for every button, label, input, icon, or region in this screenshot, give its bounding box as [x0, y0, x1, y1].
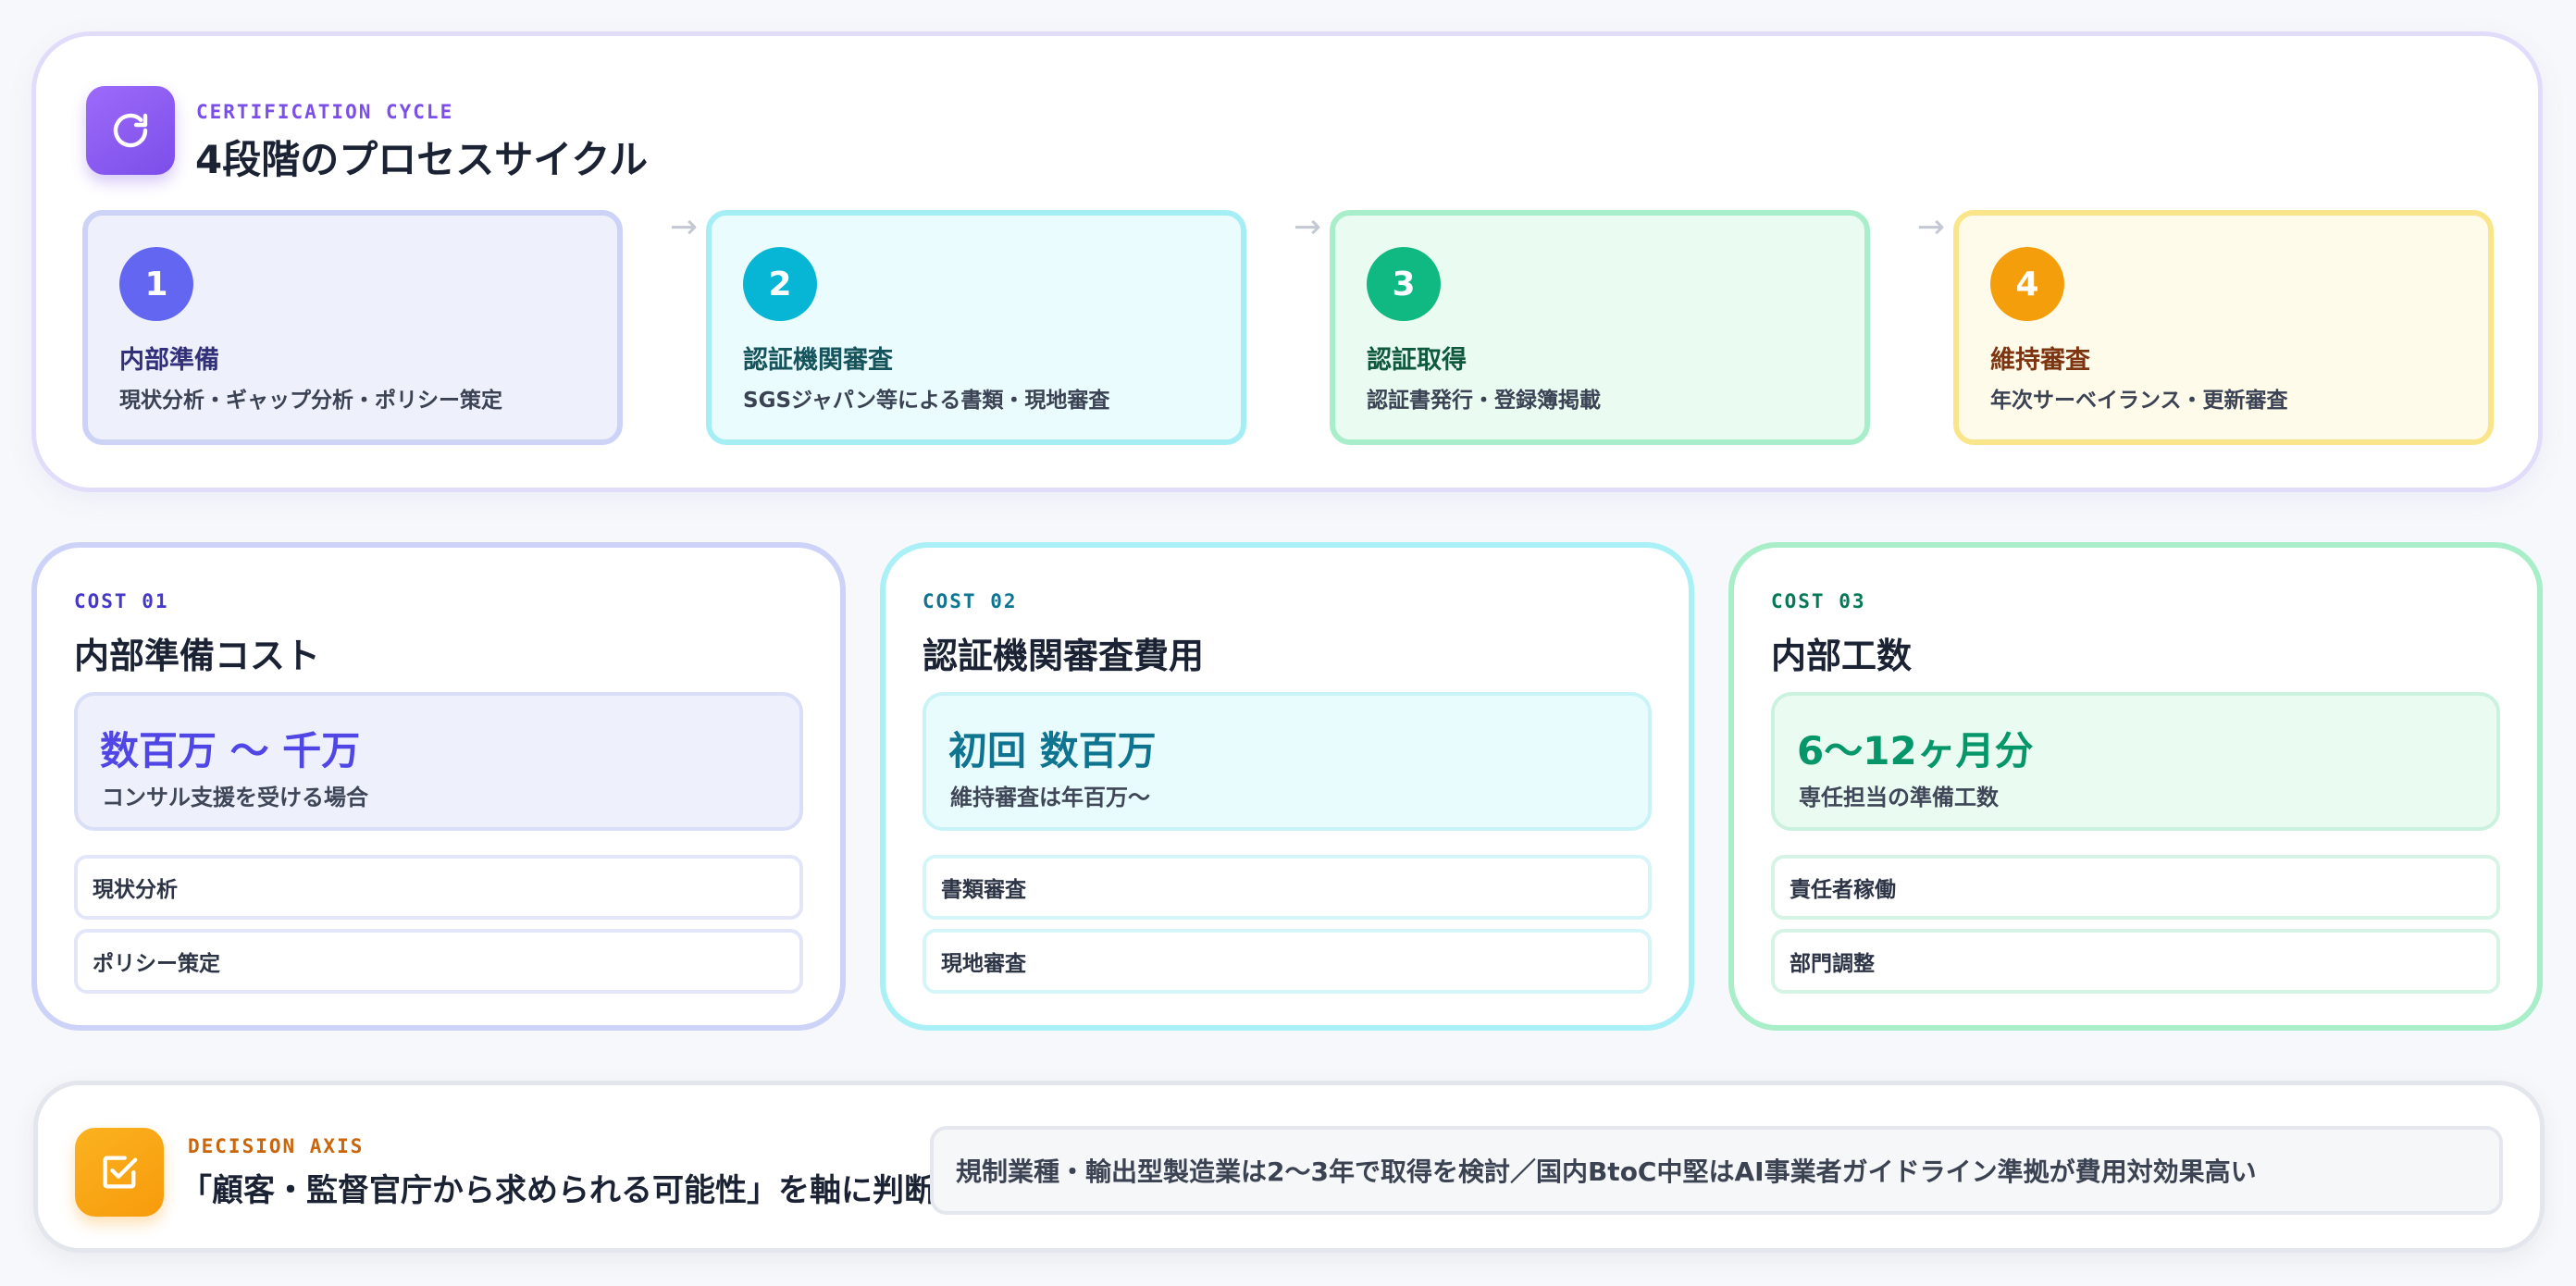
- step-title-4: 維持審査: [1990, 346, 2090, 375]
- step-number-4: 4: [1990, 247, 2064, 321]
- cost-title: 内部準備コスト: [74, 636, 321, 676]
- cost-highlight: 数百万 〜 千万 コンサル支援を受ける場合: [74, 692, 803, 831]
- step-title-2: 認証機関審査: [743, 346, 893, 375]
- cost-highlight: 初回 数百万 維持審査は年百万〜: [923, 692, 1652, 831]
- decision-title: 「顧客・監督官庁から求められる可能性」を軸に判断: [180, 1172, 935, 1209]
- cost-value: 6〜12ヶ月分: [1797, 728, 2034, 773]
- step-card-3: 3 認証取得 認証書発行・登録簿掲載: [1330, 210, 1870, 445]
- cost-highlight: 6〜12ヶ月分 専任担当の準備工数: [1771, 692, 2500, 831]
- cost-item: 部門調整: [1771, 929, 2500, 994]
- cost-card-internal-effort: COST 03 内部工数 6〜12ヶ月分 専任担当の準備工数 責任者稼働 部門調…: [1728, 542, 2543, 1031]
- step-card-4: 4 維持審査 年次サーベイランス・更新審査: [1953, 210, 2494, 445]
- step-number-1: 1: [119, 247, 193, 321]
- cost-eyebrow: COST 01: [74, 590, 169, 612]
- step-desc-4: 年次サーベイランス・更新審査: [1990, 389, 2288, 413]
- arrow-right-icon: →: [669, 208, 699, 246]
- cost-card-internal-prep: COST 01 内部準備コスト 数百万 〜 千万 コンサル支援を受ける場合 現状…: [31, 542, 846, 1031]
- decision-eyebrow: DECISION AXIS: [188, 1135, 365, 1157]
- cost-title: 認証機関審査費用: [923, 636, 1205, 676]
- cycle-eyebrow: CERTIFICATION CYCLE: [196, 101, 454, 123]
- cost-eyebrow: COST 03: [1771, 590, 1866, 612]
- step-desc-1: 現状分析・ギャップ分析・ポリシー策定: [119, 389, 502, 413]
- cost-sub: 維持審査は年百万〜: [950, 785, 1150, 810]
- cost-item: 現地審査: [923, 929, 1652, 994]
- arrow-right-icon: →: [1916, 208, 1946, 246]
- decision-note: 規制業種・輸出型製造業は2〜3年で取得を検討／国内BtoC中堅はAI事業者ガイド…: [930, 1126, 2503, 1215]
- step-number-3: 3: [1367, 247, 1441, 321]
- checkbox-icon: [75, 1128, 164, 1217]
- cost-value: 数百万 〜 千万: [100, 728, 361, 773]
- decision-axis-panel: DECISION AXIS 「顧客・監督官庁から求められる可能性」を軸に判断 規…: [33, 1081, 2545, 1253]
- cost-item: 責任者稼働: [1771, 855, 2500, 920]
- cost-item: 書類審査: [923, 855, 1652, 920]
- certification-cycle-panel: CERTIFICATION CYCLE 4段階のプロセスサイクル 1 内部準備 …: [31, 31, 2543, 492]
- cost-title: 内部工数: [1771, 636, 1913, 676]
- step-desc-2: SGSジャパン等による書類・現地審査: [743, 389, 1110, 413]
- cost-card-certification-audit: COST 02 認証機関審査費用 初回 数百万 維持審査は年百万〜 書類審査 現…: [880, 542, 1694, 1031]
- step-number-2: 2: [743, 247, 817, 321]
- cost-eyebrow: COST 02: [923, 590, 1018, 612]
- step-desc-3: 認証書発行・登録簿掲載: [1367, 389, 1601, 413]
- cost-sub: 専任担当の準備工数: [1799, 785, 1999, 810]
- refresh-icon: [86, 86, 175, 175]
- arrow-right-icon: →: [1293, 208, 1322, 246]
- step-card-2: 2 認証機関審査 SGSジャパン等による書類・現地審査: [706, 210, 1246, 445]
- cycle-title: 4段階のプロセスサイクル: [195, 137, 649, 182]
- step-title-1: 内部準備: [119, 346, 219, 375]
- step-title-3: 認証取得: [1367, 346, 1467, 375]
- cost-item: 現状分析: [74, 855, 803, 920]
- cost-value: 初回 数百万: [948, 728, 1157, 773]
- cost-sub: コンサル支援を受ける場合: [102, 785, 368, 810]
- step-card-1: 1 内部準備 現状分析・ギャップ分析・ポリシー策定: [82, 210, 623, 445]
- cost-item: ポリシー策定: [74, 929, 803, 994]
